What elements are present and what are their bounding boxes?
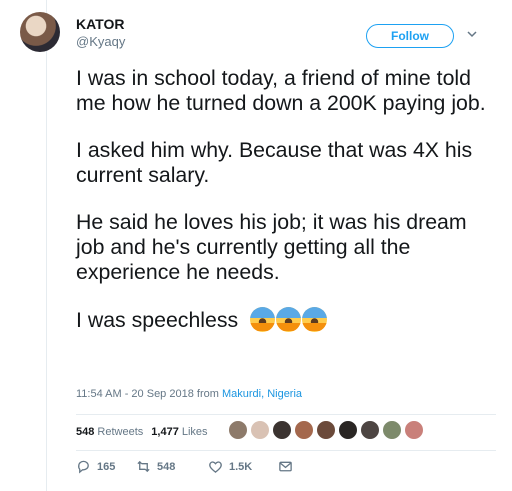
retweets-label: Retweets [97,426,144,438]
tweet-paragraph-3: He said he loves his job; it was his dre… [76,210,467,284]
retweet-button[interactable]: 548 [136,459,208,474]
tweet-paragraph-1: I was in school today, a friend of mine … [76,66,486,115]
screaming-face-emoji [302,307,328,332]
retweets-stat[interactable]: 548 Retweets [76,426,143,438]
screaming-face-emoji [250,307,276,332]
message-icon [279,461,292,472]
location-link[interactable]: Makurdi, Nigeria [222,388,302,400]
liker-avatar[interactable] [228,420,248,440]
chevron-down-icon[interactable] [466,28,478,40]
tweet-paragraph-2: I asked him why. Because that was 4X his… [76,138,473,187]
tweet-text: I was in school today, a friend of mine … [76,66,496,355]
liker-avatar[interactable] [382,420,402,440]
liker-avatar[interactable] [250,420,270,440]
tweet-actions: 165 548 1.5K [76,459,293,474]
tweet-last-line: I was speechless [76,308,239,332]
liker-avatars [228,420,426,440]
likes-label: Likes [181,426,208,438]
liker-avatar[interactable] [294,420,314,440]
likes-count: 1,477 [151,426,179,438]
reply-count: 165 [97,460,116,473]
timestamp-text[interactable]: 11:54 AM - 20 Sep 2018 from [76,388,222,400]
like-count: 1.5K [229,460,253,473]
liker-avatar[interactable] [360,420,380,440]
tweet-stats: 548 Retweets 1,477 Likes [76,426,208,438]
liker-avatar[interactable] [338,420,358,440]
likes-stat[interactable]: 1,477 Likes [151,426,207,438]
liker-avatar[interactable] [272,420,292,440]
liker-avatar[interactable] [404,420,424,440]
avatar[interactable] [20,12,60,52]
reply-icon [78,460,89,474]
direct-message-button[interactable] [278,459,293,474]
retweet-icon [137,460,150,473]
user-handle[interactable]: @Kyaqy [76,34,125,49]
retweets-count: 548 [76,426,95,438]
screaming-face-emoji [276,307,302,332]
retweet-count: 548 [157,460,176,473]
timestamp: 11:54 AM - 20 Sep 2018 from Makurdi, Nig… [76,388,302,400]
heart-icon [209,461,222,473]
thread-line [46,0,47,491]
display-name[interactable]: KATOR [76,16,124,32]
liker-avatar[interactable] [316,420,336,440]
divider [76,414,496,415]
like-button[interactable]: 1.5K [208,459,278,474]
divider [76,450,496,451]
tweet-paragraph-4: I was speechless [76,307,496,333]
reply-button[interactable]: 165 [76,459,136,474]
follow-button[interactable]: Follow [366,24,454,48]
